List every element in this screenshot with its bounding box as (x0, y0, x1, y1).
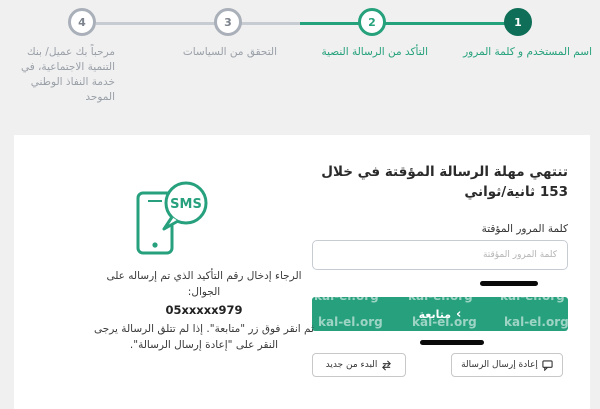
step-3-label: التحقق من السياسات (182, 46, 277, 58)
step-3-circle: 3 (214, 8, 242, 36)
step-1-label: اسم المستخدم و كلمة المرور (463, 46, 592, 58)
instruction-text: الرجاء إدخال رقم التأكيد الذي تم إرساله … (106, 270, 302, 298)
continue-button[interactable]: متابعة ‹ kal-el.org kal-el.org kal-el.or… (312, 289, 569, 331)
watermark-text: kal-el.org (500, 289, 565, 303)
timeout-title: تنتهي مهلة الرسالة المؤقتة في خلال 153 ث… (321, 164, 568, 200)
continue-label: متابعة (418, 307, 452, 321)
step-2-circle: 2 (358, 8, 386, 36)
watermark-text: kal-el.org (408, 289, 473, 303)
password-field-label: كلمة المرور المؤقتة (481, 223, 568, 235)
redaction-bar (480, 281, 538, 286)
temporary-password-input[interactable] (312, 240, 568, 270)
redaction-bar (420, 340, 484, 345)
resend-message-button[interactable]: إعادة إرسال الرسالة (451, 353, 563, 377)
chevron-left-icon: ‹ (456, 306, 462, 322)
progress-stepper: 1 2 3 4 اسم المستخدم و كلمة المرور التأك… (0, 0, 600, 110)
restart-label: البدء من جديد (325, 360, 378, 370)
step-2-label: التأكد من الرسالة النصية (321, 46, 428, 58)
step-1-circle: 1 (504, 8, 532, 36)
sms-icon-text: SMS (170, 197, 202, 212)
sms-phone-icon: SMS (136, 181, 208, 255)
step-4-circle: 4 (68, 8, 96, 36)
resend-label: إعادة إرسال الرسالة (461, 360, 538, 370)
swap-arrows-icon (382, 360, 392, 370)
step-4-label: مرحباً بك عميل/ بنك التنمية الاجتماعية، … (20, 46, 115, 103)
watermark-text: kal-el.org (504, 315, 569, 329)
stepper-track-pending (96, 22, 300, 25)
chat-icon (542, 359, 553, 371)
instruction-text-continue: ثم انقر فوق زر "متابعة". إذا لم تتلق الر… (94, 323, 314, 351)
watermark-text: kal-el.org (314, 289, 379, 303)
stepper-track-done (300, 22, 510, 25)
verification-card: تنتهي مهلة الرسالة المؤقتة في خلال 153 ث… (14, 135, 590, 409)
watermark-text: kal-el.org (318, 315, 383, 329)
masked-phone-number: 05xxxxx979 (165, 303, 243, 317)
restart-button[interactable]: البدء من جديد (312, 353, 406, 377)
